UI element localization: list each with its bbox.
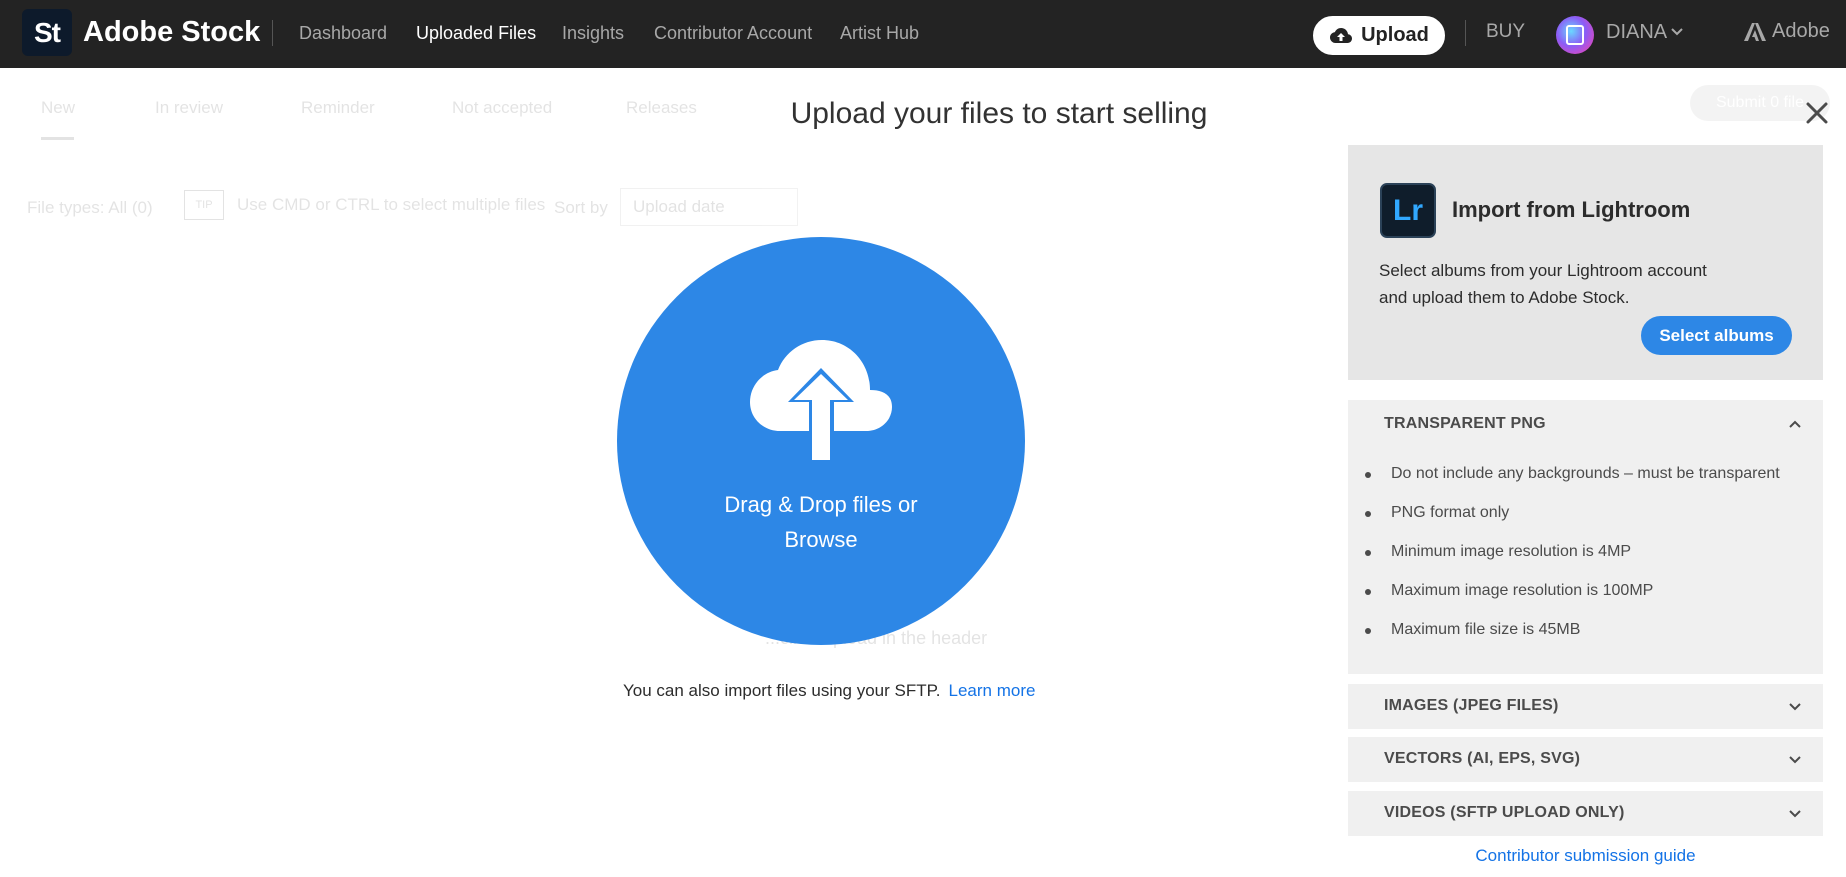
accordion-header-videos[interactable]: VIDEOS (SFTP UPLOAD ONLY): [1384, 804, 1625, 822]
upload-button-label: Upload: [1361, 24, 1429, 46]
adobe-link[interactable]: Adobe: [1744, 20, 1830, 43]
chevron-down-icon[interactable]: [1671, 28, 1683, 36]
adobe-label: Adobe: [1772, 20, 1830, 42]
sftp-note: You can also import files using your SFT…: [623, 681, 1035, 701]
nav-contributor-account[interactable]: Contributor Account: [654, 21, 812, 45]
sftp-text: You can also import files using your SFT…: [623, 681, 941, 700]
learn-more-link[interactable]: Learn more: [949, 681, 1036, 700]
top-nav-bar: St Adobe Stock Dashboard Uploaded Files …: [0, 0, 1846, 68]
bg-tip-badge: TIP: [184, 190, 224, 220]
nav-divider: [1465, 20, 1466, 46]
select-albums-button[interactable]: Select albums: [1641, 316, 1792, 355]
browse-link[interactable]: Browse: [617, 522, 1025, 557]
png-requirements-list: Do not include any backgrounds – must be…: [1348, 462, 1823, 657]
lightroom-logo: Lr: [1380, 183, 1436, 238]
chevron-down-icon[interactable]: [1789, 810, 1801, 818]
chevron-up-icon[interactable]: [1789, 420, 1801, 428]
drag-drop-zone[interactable]: Drag & Drop files or Browse: [617, 237, 1025, 645]
lightroom-title: Import from Lightroom: [1452, 197, 1691, 222]
bg-sort-select: Upload date: [620, 188, 798, 226]
drag-drop-text: Drag & Drop files or Browse: [617, 487, 1025, 557]
contributor-guide-link[interactable]: Contributor submission guide: [1348, 846, 1823, 866]
modal-title-text: Upload your files to start selling: [790, 97, 1208, 130]
nav-dashboard[interactable]: Dashboard: [299, 21, 387, 45]
nav-uploaded-files[interactable]: Uploaded Files: [416, 21, 536, 45]
accordion-transparent-png: TRANSPARENT PNG Do not include any backg…: [1348, 400, 1823, 674]
chevron-down-icon[interactable]: [1789, 756, 1801, 764]
cloud-upload-icon: [750, 340, 892, 462]
adobe-logo-icon: [1744, 22, 1766, 41]
brand-name[interactable]: Adobe Stock: [83, 14, 260, 50]
buy-link[interactable]: BUY: [1486, 21, 1525, 43]
nav-artist-hub[interactable]: Artist Hub: [840, 21, 919, 45]
adobe-stock-logo[interactable]: St: [22, 9, 72, 56]
nav-divider: [272, 20, 273, 46]
lightroom-import-card: Lr Import from Lightroom Select albums f…: [1348, 145, 1823, 380]
drag-drop-line: Drag & Drop files or: [724, 492, 918, 517]
close-icon[interactable]: [1804, 100, 1830, 126]
accordion-header-images[interactable]: IMAGES (JPEG FILES): [1384, 697, 1559, 715]
list-item: PNG format only: [1348, 501, 1823, 540]
cloud-upload-icon: [1330, 27, 1353, 43]
lightroom-description: Select albums from your Lightroom accoun…: [1379, 261, 1707, 307]
bg-sort-label: Sort by: [554, 198, 608, 217]
list-item: Maximum image resolution is 100MP: [1348, 579, 1823, 618]
modal-title: Upload your files to start selling: [0, 97, 1846, 131]
bg-file-types: File types: All (0): [27, 198, 153, 217]
list-item: Do not include any backgrounds – must be…: [1348, 462, 1823, 501]
accordion-header-png[interactable]: TRANSPARENT PNG: [1384, 415, 1546, 433]
bg-tip-text: Use CMD or CTRL to select multiple files: [237, 195, 546, 214]
accordion-videos[interactable]: VIDEOS (SFTP UPLOAD ONLY): [1348, 791, 1823, 836]
avatar-inner-shape: [1566, 25, 1584, 45]
accordion-vectors[interactable]: VECTORS (AI, EPS, SVG): [1348, 737, 1823, 782]
user-name[interactable]: DIANA: [1606, 21, 1667, 44]
bg-tab-underline: [41, 137, 74, 140]
list-item: Maximum file size is 45MB: [1348, 618, 1823, 657]
nav-insights[interactable]: Insights: [562, 21, 624, 45]
chevron-down-icon[interactable]: [1789, 703, 1801, 711]
accordion-header-vectors[interactable]: VECTORS (AI, EPS, SVG): [1384, 750, 1580, 768]
accordion-images[interactable]: IMAGES (JPEG FILES): [1348, 684, 1823, 729]
avatar[interactable]: [1556, 16, 1594, 54]
list-item: Minimum image resolution is 4MP: [1348, 540, 1823, 579]
upload-button[interactable]: Upload: [1313, 16, 1445, 55]
